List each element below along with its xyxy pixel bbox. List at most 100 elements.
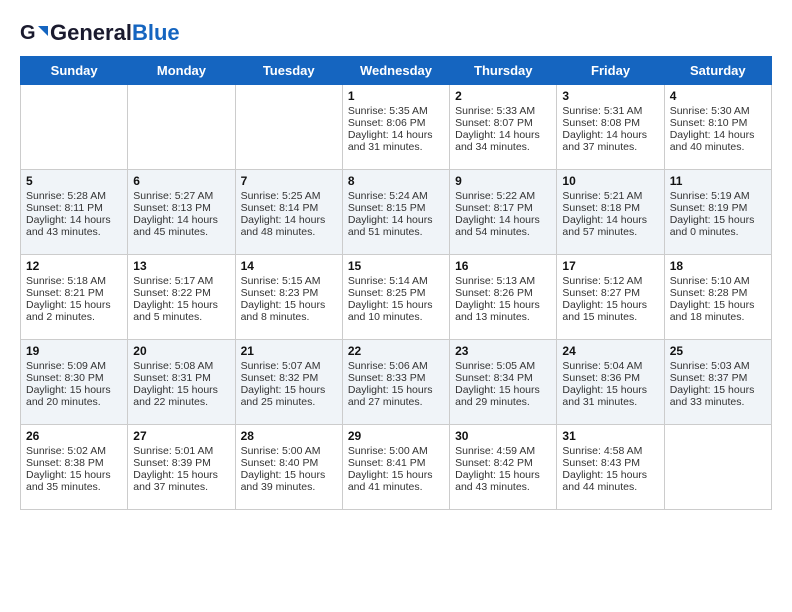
calendar-cell: 7Sunrise: 5:25 AMSunset: 8:14 PMDaylight… [235,170,342,255]
calendar-cell: 25Sunrise: 5:03 AMSunset: 8:37 PMDayligh… [664,340,771,425]
logo-icon: G [20,22,48,44]
sunset-text: Sunset: 8:07 PM [455,117,551,129]
sunrise-text: Sunrise: 5:19 AM [670,190,766,202]
sunrise-text: Sunrise: 5:07 AM [241,360,337,372]
sunrise-text: Sunrise: 5:12 AM [562,275,658,287]
page-header: G GeneralBlue [20,20,772,46]
sunrise-text: Sunrise: 5:04 AM [562,360,658,372]
day-number: 24 [562,344,658,358]
sunset-text: Sunset: 8:22 PM [133,287,229,299]
daylight-text: Daylight: 15 hours and 20 minutes. [26,384,122,408]
calendar-week-row: 12Sunrise: 5:18 AMSunset: 8:21 PMDayligh… [21,255,772,340]
daylight-text: Daylight: 15 hours and 13 minutes. [455,299,551,323]
sunrise-text: Sunrise: 5:13 AM [455,275,551,287]
calendar-cell: 29Sunrise: 5:00 AMSunset: 8:41 PMDayligh… [342,425,449,510]
sunrise-text: Sunrise: 5:02 AM [26,445,122,457]
logo-text: GeneralBlue [50,20,180,46]
calendar-cell: 22Sunrise: 5:06 AMSunset: 8:33 PMDayligh… [342,340,449,425]
sunset-text: Sunset: 8:42 PM [455,457,551,469]
sunset-text: Sunset: 8:15 PM [348,202,444,214]
calendar-cell [235,85,342,170]
day-number: 16 [455,259,551,273]
day-number: 2 [455,89,551,103]
header-monday: Monday [128,57,235,85]
calendar-cell [664,425,771,510]
day-number: 10 [562,174,658,188]
daylight-text: Daylight: 14 hours and 57 minutes. [562,214,658,238]
calendar-cell: 21Sunrise: 5:07 AMSunset: 8:32 PMDayligh… [235,340,342,425]
calendar-cell: 30 Sunrise: 4:59 AMSunset: 8:42 PMDayligh… [450,425,557,510]
calendar-week-row: 1Sunrise: 5:35 AMSunset: 8:06 PMDaylight… [21,85,772,170]
sunrise-text: Sunrise: 5:25 AM [241,190,337,202]
day-number: 26 [26,429,122,443]
sunrise-text: Sunrise: 5:08 AM [133,360,229,372]
sunset-text: Sunset: 8:41 PM [348,457,444,469]
day-number: 29 [348,429,444,443]
day-number: 31 [562,429,658,443]
days-header-row: SundayMondayTuesdayWednesdayThursdayFrid… [21,57,772,85]
header-tuesday: Tuesday [235,57,342,85]
daylight-text: Daylight: 15 hours and 18 minutes. [670,299,766,323]
header-wednesday: Wednesday [342,57,449,85]
sunset-text: Sunset: 8:38 PM [26,457,122,469]
sunset-text: Sunset: 8:18 PM [562,202,658,214]
sunrise-text: Sunrise: 5:31 AM [562,105,658,117]
calendar-cell: 10 Sunrise: 5:21 AMSunset: 8:18 PMDayligh… [557,170,664,255]
daylight-text: Daylight: 14 hours and 31 minutes. [348,129,444,153]
day-number: 1 [348,89,444,103]
day-number: 13 [133,259,229,273]
daylight-text: Daylight: 15 hours and 2 minutes. [26,299,122,323]
day-number: 20 [133,344,229,358]
calendar-cell: 5Sunrise: 5:28 AMSunset: 8:11 PMDaylight… [21,170,128,255]
daylight-text: Daylight: 15 hours and 22 minutes. [133,384,229,408]
calendar-cell: 15Sunrise: 5:14 AMSunset: 8:25 PMDayligh… [342,255,449,340]
sunset-text: Sunset: 8:33 PM [348,372,444,384]
sunrise-text: Sunrise: 5:10 AM [670,275,766,287]
daylight-text: Daylight: 14 hours and 48 minutes. [241,214,337,238]
day-number: 18 [670,259,766,273]
calendar-cell: 16Sunrise: 5:13 AMSunset: 8:26 PMDayligh… [450,255,557,340]
daylight-text: Daylight: 15 hours and 43 minutes. [455,469,551,493]
sunset-text: Sunset: 8:19 PM [670,202,766,214]
calendar-cell: 23Sunrise: 5:05 AMSunset: 8:34 PMDayligh… [450,340,557,425]
sunrise-text: Sunrise: 5:00 AM [348,445,444,457]
day-number: 27 [133,429,229,443]
calendar-cell: 3Sunrise: 5:31 AMSunset: 8:08 PMDaylight… [557,85,664,170]
calendar-week-row: 19Sunrise: 5:09 AMSunset: 8:30 PMDayligh… [21,340,772,425]
day-number: 23 [455,344,551,358]
daylight-text: Daylight: 14 hours and 54 minutes. [455,214,551,238]
sunrise-text: Sunrise: 5:15 AM [241,275,337,287]
sunrise-text: Sunrise: 5:14 AM [348,275,444,287]
daylight-text: Daylight: 15 hours and 39 minutes. [241,469,337,493]
calendar-cell: 26Sunrise: 5:02 AMSunset: 8:38 PMDayligh… [21,425,128,510]
sunrise-text: Sunrise: 4:59 AM [455,445,551,457]
calendar-cell: 14Sunrise: 5:15 AMSunset: 8:23 PMDayligh… [235,255,342,340]
sunrise-text: Sunrise: 5:00 AM [241,445,337,457]
sunset-text: Sunset: 8:43 PM [562,457,658,469]
daylight-text: Daylight: 15 hours and 37 minutes. [133,469,229,493]
sunrise-text: Sunrise: 5:21 AM [562,190,658,202]
day-number: 11 [670,174,766,188]
day-number: 22 [348,344,444,358]
header-sunday: Sunday [21,57,128,85]
sunrise-text: Sunrise: 5:35 AM [348,105,444,117]
calendar-cell: 19Sunrise: 5:09 AMSunset: 8:30 PMDayligh… [21,340,128,425]
calendar-cell: 17Sunrise: 5:12 AMSunset: 8:27 PMDayligh… [557,255,664,340]
daylight-text: Daylight: 14 hours and 40 minutes. [670,129,766,153]
day-number: 30 [455,429,551,443]
sunset-text: Sunset: 8:37 PM [670,372,766,384]
daylight-text: Daylight: 14 hours and 34 minutes. [455,129,551,153]
sunset-text: Sunset: 8:30 PM [26,372,122,384]
daylight-text: Daylight: 15 hours and 10 minutes. [348,299,444,323]
header-saturday: Saturday [664,57,771,85]
sunrise-text: Sunrise: 5:09 AM [26,360,122,372]
sunset-text: Sunset: 8:06 PM [348,117,444,129]
daylight-text: Daylight: 14 hours and 45 minutes. [133,214,229,238]
sunrise-text: Sunrise: 5:01 AM [133,445,229,457]
day-number: 5 [26,174,122,188]
sunset-text: Sunset: 8:11 PM [26,202,122,214]
header-friday: Friday [557,57,664,85]
day-number: 17 [562,259,658,273]
sunset-text: Sunset: 8:39 PM [133,457,229,469]
sunrise-text: Sunrise: 5:06 AM [348,360,444,372]
